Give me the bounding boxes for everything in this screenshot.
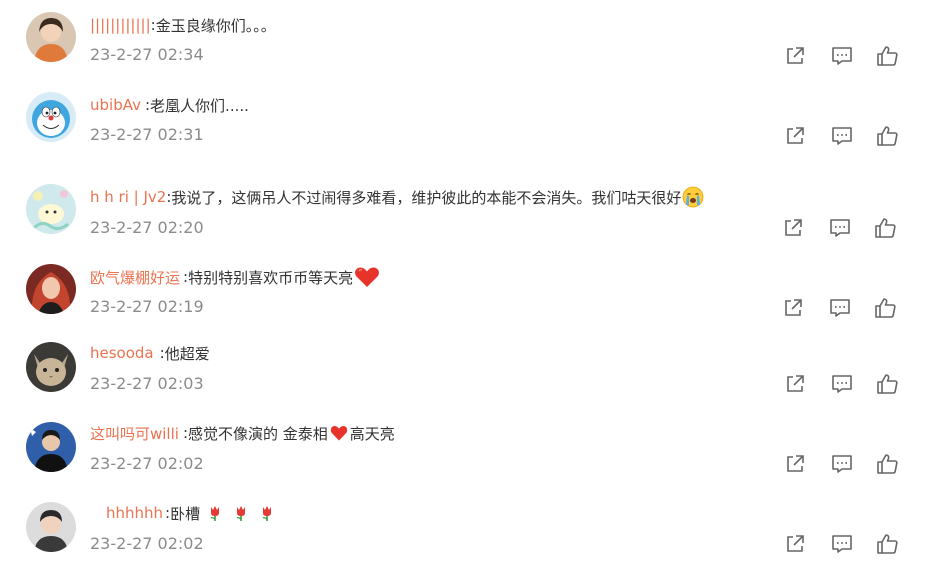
like-icon[interactable] — [876, 373, 898, 395]
share-icon[interactable] — [784, 45, 806, 67]
comment-line: hhhhhh : 卧槽 — [106, 501, 278, 525]
username-link[interactable]: 这叫吗可willi — [90, 423, 179, 444]
comment-item: 欧气爆棚好运 : 特别特别喜欢币币等天亮 23-2-27 02:19 — [0, 250, 925, 330]
comment-item: 这叫吗可willi : 感觉不像演的 金泰相 高天亮 23-2-27 02:02 — [0, 410, 925, 490]
reply-icon[interactable] — [831, 373, 853, 395]
comment-timestamp: 23-2-27 02:02 — [90, 534, 204, 553]
comment-actions — [784, 453, 902, 475]
comment-timestamp: 23-2-27 02:34 — [90, 45, 204, 64]
like-icon[interactable] — [876, 125, 898, 147]
comment-timestamp: 23-2-27 02:31 — [90, 125, 204, 144]
tulip-emoji — [258, 504, 276, 522]
avatar[interactable] — [26, 184, 76, 234]
comment-line: h h ri | Jv2 : 我说了，这俩吊人不过闹得多难看，维护彼此的本能不会… — [90, 185, 704, 209]
like-icon[interactable] — [874, 217, 896, 239]
avatar[interactable] — [26, 342, 76, 392]
share-icon[interactable] — [784, 125, 806, 147]
like-icon[interactable] — [876, 453, 898, 475]
comment-text-after: 高天亮 — [349, 424, 395, 443]
reply-icon[interactable] — [829, 217, 851, 239]
tulip-emoji — [206, 504, 224, 522]
comment-item: hesooda : 他超爱 23-2-27 02:03 — [0, 330, 925, 410]
comment-text: 卧槽 — [170, 504, 201, 523]
username-link[interactable]: ubibAv — [90, 96, 141, 114]
share-icon[interactable] — [782, 217, 804, 239]
comment-text: 我说了，这俩吊人不过闹得多难看，维护彼此的本能不会消失。我们咕天很好 — [171, 188, 682, 207]
like-icon[interactable] — [876, 45, 898, 67]
comment-timestamp: 23-2-27 02:02 — [90, 454, 204, 473]
username-link[interactable]: |||||||||||| — [90, 16, 151, 34]
reply-icon[interactable] — [831, 125, 853, 147]
avatar[interactable] — [26, 422, 76, 472]
comment-timestamp: 23-2-27 02:20 — [90, 218, 204, 237]
comment-item: ubibAv : 老凰人你们..... 23-2-27 02:31 — [0, 80, 925, 160]
comment-text: 老凰人你们..... — [150, 96, 249, 115]
comment-timestamp: 23-2-27 02:19 — [90, 297, 204, 316]
comment-text: 他超爱 — [164, 344, 210, 363]
comment-actions — [782, 217, 900, 239]
username-link[interactable]: hesooda — [90, 344, 154, 362]
comment-actions — [784, 45, 902, 67]
tulip-emoji — [232, 504, 250, 522]
share-icon[interactable] — [782, 297, 804, 319]
comment-actions — [784, 125, 902, 147]
crying-face-emoji — [682, 186, 704, 208]
comment-actions — [784, 373, 902, 395]
comment-item: h h ri | Jv2 : 我说了，这俩吊人不过闹得多难看，维护彼此的本能不会… — [0, 170, 925, 250]
comment-item: hhhhhh : 卧槽 23-2-27 02:02 — [0, 490, 925, 570]
avatar[interactable] — [26, 92, 76, 142]
comment-actions — [782, 297, 900, 319]
comment-line: ubibAv : 老凰人你们..... — [90, 93, 249, 117]
avatar[interactable] — [26, 502, 76, 552]
share-icon[interactable] — [784, 453, 806, 475]
reply-icon[interactable] — [831, 453, 853, 475]
comment-line: hesooda : 他超爱 — [90, 341, 210, 365]
username-link[interactable]: hhhhhh — [106, 504, 163, 522]
share-icon[interactable] — [784, 533, 806, 555]
comment-text: 金玉良缘你们。。。 — [155, 16, 276, 35]
comment-text: 特别特别喜欢币币等天亮 — [188, 268, 354, 287]
comment-line: 这叫吗可willi : 感觉不像演的 金泰相 高天亮 — [90, 421, 395, 445]
like-icon[interactable] — [874, 297, 896, 319]
username-link[interactable]: h h ri | Jv2 — [90, 188, 166, 206]
comment-actions — [784, 533, 902, 555]
like-icon[interactable] — [876, 533, 898, 555]
share-icon[interactable] — [784, 373, 806, 395]
avatar[interactable] — [26, 12, 76, 62]
red-heart-emoji — [330, 424, 348, 442]
username-link[interactable]: 欧气爆棚好运 — [90, 267, 180, 288]
comment-item: |||||||||||| : 金玉良缘你们。。。 23-2-27 02:34 — [0, 0, 925, 80]
comment-line: |||||||||||| : 金玉良缘你们。。。 — [90, 13, 276, 37]
red-heart-emoji — [354, 266, 380, 288]
reply-icon[interactable] — [831, 533, 853, 555]
reply-icon[interactable] — [831, 45, 853, 67]
comment-timestamp: 23-2-27 02:03 — [90, 374, 204, 393]
avatar[interactable] — [26, 264, 76, 314]
comment-text: 感觉不像演的 金泰相 — [188, 424, 328, 443]
comment-line: 欧气爆棚好运 : 特别特别喜欢币币等天亮 — [90, 265, 380, 289]
reply-icon[interactable] — [829, 297, 851, 319]
